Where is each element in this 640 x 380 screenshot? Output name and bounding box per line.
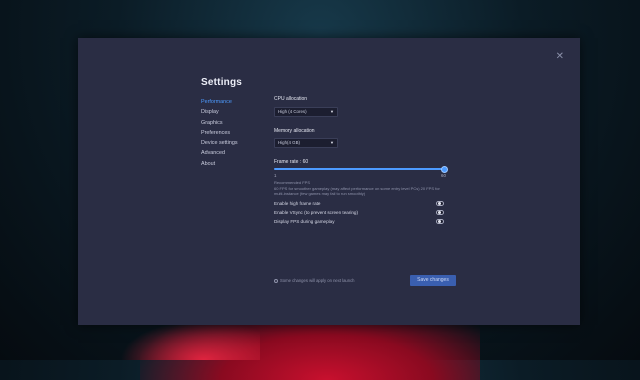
toggle-knob	[437, 211, 441, 214]
chevron-down-icon: ▼	[330, 109, 334, 114]
memory-allocation-label: Memory allocation	[274, 128, 315, 134]
chevron-down-icon: ▼	[330, 140, 334, 145]
frame-rate-min-label: 1	[274, 173, 277, 178]
toggle-row-display-fps: Display FPS during gameplay	[274, 218, 444, 226]
settings-sidebar: Performance Display Graphics Preferences…	[201, 97, 238, 169]
display-fps-label: Display FPS during gameplay	[274, 219, 335, 224]
toggle-row-vsync: Enable VSync (to prevent screen tearing)	[274, 209, 444, 217]
sidebar-item-performance[interactable]: Performance	[201, 97, 238, 107]
cpu-allocation-select[interactable]: High (4 Cores) ▼	[274, 107, 338, 117]
sidebar-item-preferences[interactable]: Preferences	[201, 128, 238, 138]
frame-rate-slider-fill	[274, 168, 444, 170]
desktop-wallpaper-accent	[120, 320, 260, 360]
high-frame-rate-label: Enable high frame rate	[274, 201, 321, 206]
sidebar-item-display[interactable]: Display	[201, 107, 238, 117]
restart-notice-text: Some changes will apply on next launch	[280, 278, 355, 283]
cpu-allocation-value: High (4 Cores)	[278, 109, 307, 114]
info-icon	[274, 279, 278, 283]
memory-allocation-select[interactable]: High(4 GB) ▼	[274, 138, 338, 148]
recommended-fps-text: 60 FPS for smoother gameplay (may affect…	[274, 186, 440, 196]
frame-rate-slider[interactable]	[274, 165, 448, 173]
restart-notice: Some changes will apply on next launch	[274, 278, 355, 283]
recommended-fps-title: Recommended FPS	[274, 180, 311, 185]
toggle-knob	[437, 220, 441, 223]
page-title: Settings	[201, 77, 243, 88]
settings-window: ✕ Settings Performance Display Graphics …	[78, 38, 580, 325]
toggle-row-high-frame-rate: Enable high frame rate	[274, 200, 444, 208]
toggle-knob	[437, 202, 441, 205]
frame-rate-slider-handle[interactable]	[440, 165, 448, 173]
frame-rate-max-label: 60	[441, 173, 446, 178]
sidebar-item-advanced[interactable]: Advanced	[201, 148, 238, 158]
close-icon[interactable]: ✕	[556, 52, 564, 62]
frame-rate-label: Frame rate : 60	[274, 159, 309, 165]
save-changes-button[interactable]: Save changes	[410, 275, 456, 286]
vsync-toggle[interactable]	[436, 209, 444, 215]
sidebar-item-device-settings[interactable]: Device settings	[201, 138, 238, 148]
display-fps-toggle[interactable]	[436, 218, 444, 224]
vsync-label: Enable VSync (to prevent screen tearing)	[274, 210, 359, 215]
memory-allocation-value: High(4 GB)	[278, 140, 300, 145]
cpu-allocation-label: CPU allocation	[274, 96, 308, 102]
sidebar-item-graphics[interactable]: Graphics	[201, 118, 238, 128]
sidebar-item-about[interactable]: About	[201, 159, 238, 169]
high-frame-rate-toggle[interactable]	[436, 200, 444, 206]
